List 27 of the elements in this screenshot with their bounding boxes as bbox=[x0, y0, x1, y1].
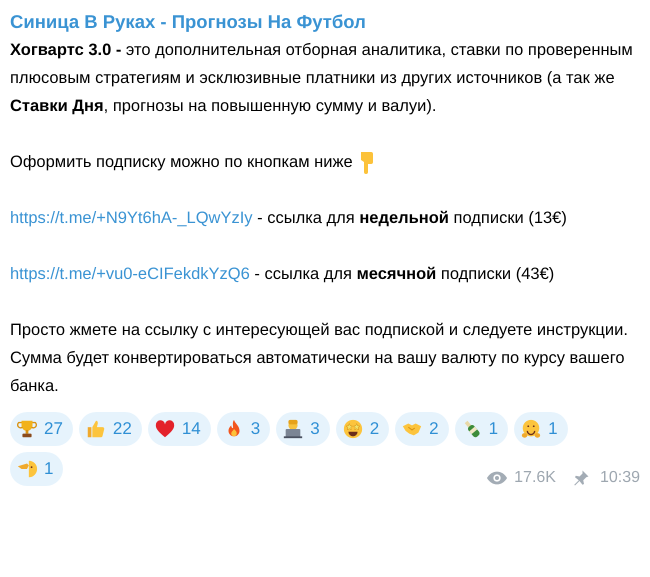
message-time: 10:39 bbox=[600, 468, 640, 488]
message-paragraph: Хогвартс 3.0 - это дополнительная отборная аналитика, ставки по проверенным плюсовым стратегиям и эсклюзивные платники из других источников (а так же Ставки Дня, прогнозы на повышенную сумму и валуи). bbox=[10, 40, 634, 117]
reaction-button[interactable]: 14 bbox=[148, 412, 211, 446]
channel-title[interactable]: Синица В Руках - Прогнозы На Футбол bbox=[10, 8, 366, 36]
reaction-button[interactable]: 27 bbox=[10, 412, 73, 446]
reaction-button[interactable]: 1 bbox=[514, 412, 568, 446]
eye-icon bbox=[486, 470, 508, 486]
star-eyes-face-icon bbox=[342, 418, 364, 440]
trophy-icon bbox=[16, 418, 38, 440]
invite-link[interactable]: https://t.me/+vu0-eCIFekdkYzQ6 bbox=[10, 265, 250, 283]
view-count: 17.6K bbox=[514, 468, 556, 488]
message-paragraph: Просто жмете на ссылку с интересующей вас подпиской и следуете инструкции. Сумма будет конвертироваться автоматически на вашу валюту по курсу вашего банка. bbox=[10, 320, 629, 397]
reaction-button[interactable]: 1 bbox=[454, 412, 508, 446]
reaction-button[interactable]: 3 bbox=[216, 412, 270, 446]
reaction-button[interactable]: 22 bbox=[78, 412, 142, 446]
reaction-button[interactable]: 3 bbox=[276, 412, 330, 446]
message-paragraph: https://t.me/+N9Yt6hA-_LQwYzIy - ссылка для недельной подписки (13€) bbox=[10, 208, 568, 229]
person-laptop-icon bbox=[282, 418, 304, 440]
reaction-button[interactable]: 1 bbox=[10, 452, 64, 486]
message-paragraph: Оформить подписку можно по кнопкам ниже bbox=[10, 152, 353, 173]
invite-link[interactable]: https://t.me/+N9Yt6hA-_LQwYzIy bbox=[10, 209, 253, 227]
reaction-button[interactable]: 2 bbox=[336, 412, 390, 446]
pin-icon bbox=[572, 469, 590, 487]
heart-icon bbox=[154, 418, 176, 440]
hugging-face-icon bbox=[520, 418, 542, 440]
reaction-button[interactable]: 2 bbox=[395, 412, 449, 446]
message-paragraph: https://t.me/+vu0-eCIFekdkYzQ6 - ссылка для месячной подписки (43€) bbox=[10, 264, 556, 285]
